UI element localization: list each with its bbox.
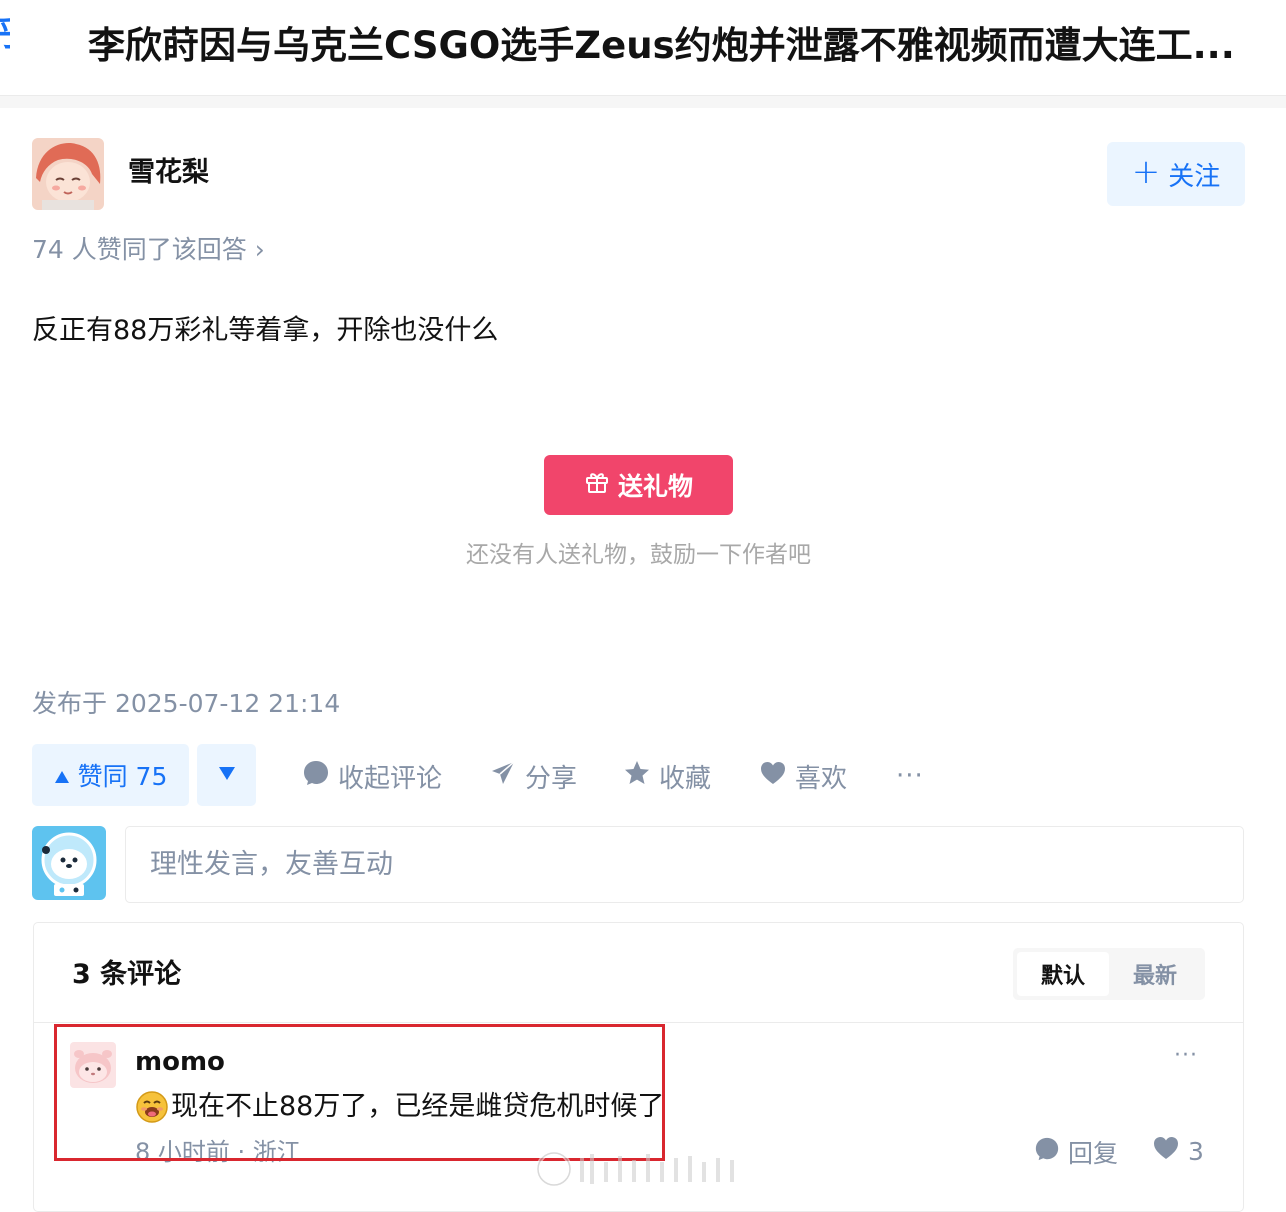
- triangle-down-icon: [218, 766, 236, 785]
- voters-summary-link[interactable]: 74 人赞同了该回答 ›: [32, 232, 265, 268]
- comments-count: 3 条评论: [72, 959, 182, 990]
- star-icon: [623, 759, 651, 794]
- favorite-button[interactable]: 收藏: [623, 756, 711, 796]
- comment-bubble-icon: [302, 759, 330, 794]
- vote-up-label: 赞同 75: [77, 762, 168, 791]
- author-name[interactable]: 雪花梨: [128, 154, 209, 192]
- zhihu-logo-fragment[interactable]: 乎: [0, 14, 10, 54]
- question-title[interactable]: 李欣莳因与乌克兰CSGO选手Zeus约炮并泄露不雅视频而遭大连工...: [88, 20, 1286, 72]
- gift-label: 送礼物: [617, 472, 693, 501]
- collapse-comments-label: 收起评论: [338, 763, 443, 794]
- comment-more-button[interactable]: ···: [1174, 1043, 1198, 1068]
- comment-like-count: 3: [1188, 1136, 1204, 1166]
- emoji-drooling-icon: [135, 1090, 169, 1124]
- commenter-name[interactable]: momo: [135, 1044, 225, 1080]
- like-button[interactable]: 喜欢: [759, 756, 847, 796]
- gift-icon: [584, 469, 610, 501]
- paper-plane-icon: [489, 759, 517, 794]
- divider: [34, 1022, 1243, 1023]
- commenter-avatar[interactable]: [70, 1042, 116, 1088]
- collapse-comments-button[interactable]: 收起评论: [302, 756, 442, 796]
- share-label: 分享: [525, 763, 578, 794]
- publish-time: 发布于 2025-07-12 21:14: [32, 689, 341, 718]
- reply-label: 回复: [1068, 1139, 1119, 1168]
- answer-text: 反正有88万彩礼等着拿，开除也没什么: [32, 315, 499, 346]
- sort-default-tab[interactable]: 默认: [1017, 952, 1109, 996]
- plus-icon: +: [1131, 152, 1161, 192]
- comment-time-location: 8 小时前 · 浙江: [135, 1138, 301, 1166]
- gift-hint: 还没有人送礼物，鼓励一下作者吧: [466, 542, 811, 568]
- more-dots-icon: ···: [896, 761, 924, 791]
- share-button[interactable]: 分享: [489, 756, 577, 796]
- comment-text-content: 现在不止88万了，已经是雌贷危机时候了: [171, 1091, 665, 1122]
- author-avatar[interactable]: [32, 138, 104, 210]
- follow-button[interactable]: + 关注: [1107, 142, 1245, 206]
- heart-icon: [759, 759, 787, 794]
- triangle-up-icon: [54, 761, 70, 790]
- comment-reply-button[interactable]: 回复: [1034, 1134, 1118, 1170]
- heart-icon: [1152, 1134, 1180, 1168]
- comment-text: 现在不止88万了，已经是雌贷危机时候了: [135, 1087, 664, 1127]
- more-actions-button[interactable]: ···: [896, 756, 924, 796]
- top-header: 乎 李欣莳因与乌克兰CSGO选手Zeus约炮并泄露不雅视频而遭大连工...: [0, 0, 1286, 96]
- reply-bubble-icon: [1034, 1136, 1060, 1168]
- follow-label: 关注: [1168, 161, 1221, 192]
- comment-like-button[interactable]: 3: [1152, 1134, 1204, 1168]
- favorite-label: 收藏: [659, 763, 712, 794]
- send-gift-button[interactable]: 送礼物: [544, 455, 733, 515]
- like-label: 喜欢: [795, 763, 848, 794]
- current-user-avatar[interactable]: [32, 826, 106, 900]
- sort-latest-tab[interactable]: 最新: [1109, 952, 1201, 996]
- vote-up-button[interactable]: 赞同 75: [32, 744, 189, 806]
- vote-down-button[interactable]: [197, 744, 256, 806]
- comment-input[interactable]: [125, 826, 1244, 903]
